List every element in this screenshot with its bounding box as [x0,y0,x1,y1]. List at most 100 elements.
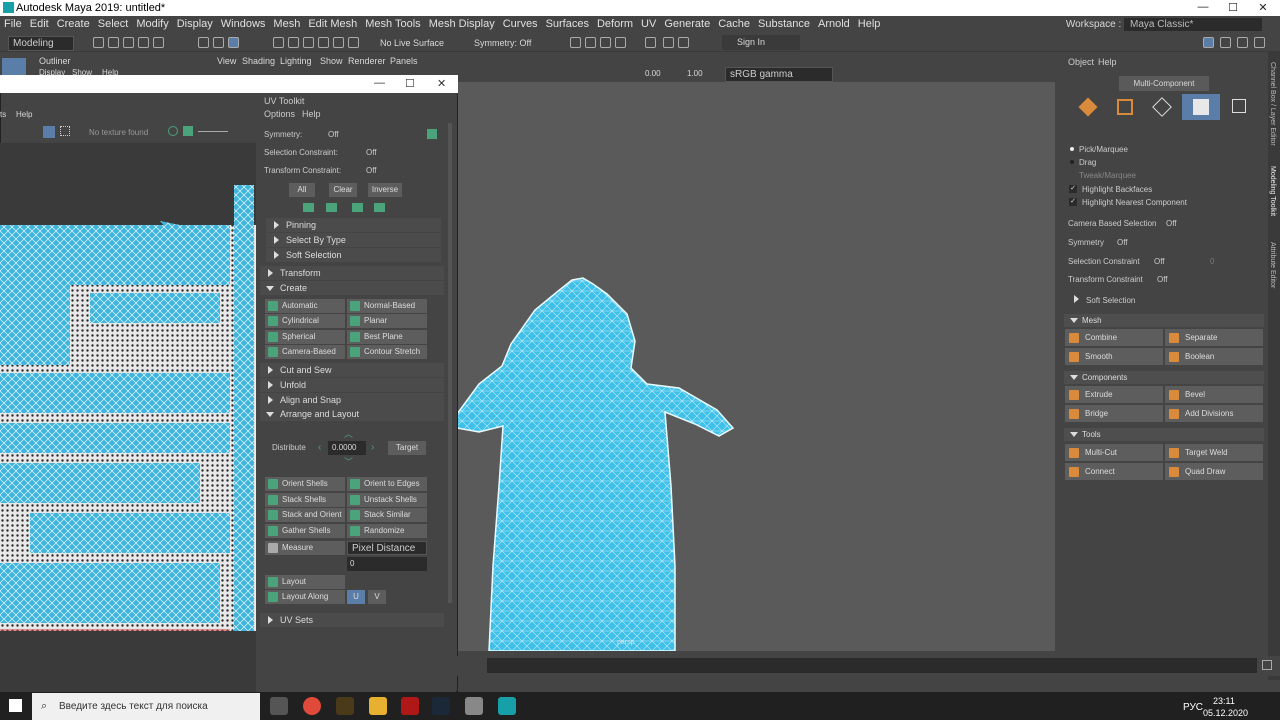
orient-to-edges-button[interactable]: Orient to Edges [347,477,427,491]
mt-soft-selection-label[interactable]: Soft Selection [1086,296,1135,305]
menu-mesh-display[interactable]: Mesh Display [425,16,499,33]
layout-button[interactable]: Layout [265,575,345,589]
tool-settings-icon[interactable] [1237,37,1248,48]
ipr-render-icon[interactable] [600,37,611,48]
channel-box-icon[interactable] [1254,37,1265,48]
select-border-icon[interactable] [326,203,337,212]
menu-mesh[interactable]: Mesh [269,16,304,33]
stack-similar-button[interactable]: Stack Similar [347,508,427,522]
toolkit-menu-options[interactable]: Options [264,109,295,119]
connect-button[interactable]: Connect [1065,463,1163,480]
language-indicator[interactable]: РУС [1183,702,1203,713]
automatic-button[interactable]: Automatic [265,299,345,313]
image-display-icon[interactable] [43,126,55,138]
menu-curves[interactable]: Curves [499,16,542,33]
stack-and-orient-button[interactable]: Stack and Orient [265,508,345,522]
task-view-icon[interactable] [270,697,288,715]
mt-selection-constraint-number[interactable]: 0 [1210,257,1214,266]
contour-stretch-button[interactable]: Contour Stretch [347,345,427,359]
transform-section[interactable]: Transform [260,266,444,280]
render-current-icon[interactable] [585,37,596,48]
camera-based-button[interactable]: Camera-Based [265,345,345,359]
toolkit-scrollbar[interactable] [448,123,452,603]
app-icon[interactable] [336,697,354,715]
soft-selection-section[interactable]: Soft Selection [266,248,441,262]
gamma-value[interactable]: 1.00 [687,69,703,78]
mt-menu-object[interactable]: Object [1068,57,1094,67]
clear-selection-button[interactable]: Clear [329,183,357,197]
menu-select[interactable]: Select [94,16,133,33]
brightness-slider[interactable] [198,131,228,132]
target-button[interactable]: Target [388,441,426,455]
select-flipped-icon[interactable] [374,203,385,212]
menu-generate[interactable]: Generate [660,16,714,33]
vp-menu-renderer[interactable]: Renderer [348,56,386,66]
multi-cut-button[interactable]: Multi-Cut [1065,444,1163,461]
tk-transform-constraint-value[interactable]: Off [366,166,377,175]
distribute-left-icon[interactable]: ‹ [318,442,321,453]
vp-menu-shading[interactable]: Shading [242,56,275,66]
uv-max-button[interactable]: ☐ [405,77,415,90]
mt-transform-constraint-value[interactable]: Off [1157,275,1168,284]
uv-min-button[interactable]: — [374,77,385,89]
quad-draw-button[interactable]: Quad Draw [1165,463,1263,480]
modeling-toolkit-tab[interactable]: Modeling Toolkit [1269,166,1276,216]
snap-point-icon[interactable] [303,37,314,48]
mt-symmetry-value[interactable]: Off [1117,238,1128,247]
highlight-nearest-checkbox[interactable]: ✓ [1069,198,1077,206]
measure-value-field[interactable]: 0 [347,557,427,571]
menu-edit-mesh[interactable]: Edit Mesh [304,16,361,33]
menu-help[interactable]: Help [854,16,885,33]
color-space-dropdown[interactable]: sRGB gamma [725,67,833,82]
drag-radio[interactable] [1070,160,1074,164]
unstack-shells-button[interactable]: Unstack Shells [347,493,427,507]
close-button[interactable]: ✕ [1248,1,1278,15]
snap-grid-icon[interactable] [273,37,284,48]
minimize-button[interactable]: — [1188,1,1218,15]
attribute-editor-icon[interactable] [1220,37,1231,48]
pick-marquee-radio[interactable] [1070,147,1074,151]
script-editor-icon[interactable] [1262,660,1272,670]
menu-arnold[interactable]: Arnold [814,16,854,33]
menu-deform[interactable]: Deform [593,16,637,33]
uv-mode-icon[interactable] [1232,99,1246,113]
spherical-button[interactable]: Spherical [265,330,345,344]
menu-file[interactable]: File [0,16,26,33]
measure-mode-dropdown[interactable]: Pixel Distance [347,541,427,555]
highlight-backfaces-checkbox[interactable]: ✓ [1069,185,1077,193]
uv-shaded-icon[interactable] [168,126,178,136]
layout-icon[interactable] [1203,37,1214,48]
tk-symmetry-value[interactable]: Off [328,130,339,139]
chrome-icon[interactable] [303,697,321,715]
snap-live-icon[interactable] [348,37,359,48]
mt-selection-constraint-value[interactable]: Off [1154,257,1165,266]
media-app-icon[interactable] [401,697,419,715]
channel-box-tab[interactable]: Channel Box / Layer Editor [1269,62,1276,146]
mesh-section-header[interactable]: Mesh [1064,314,1264,327]
normal-based-button[interactable]: Normal-Based [347,299,427,313]
target-weld-button[interactable]: Target Weld [1165,444,1263,461]
pinning-section[interactable]: Pinning [266,218,441,232]
select-by-type-section[interactable]: Select By Type [266,233,441,247]
extrude-button[interactable]: Extrude [1065,386,1163,403]
menu-surfaces[interactable]: Surfaces [542,16,593,33]
vertex-mode-icon[interactable] [1117,99,1133,115]
select-all-button[interactable]: All [289,183,315,197]
mt-symmetry-label[interactable]: Symmetry [1068,238,1104,247]
select-shell-icon[interactable] [303,203,314,212]
clock-date[interactable]: 05.12.2020 [1203,708,1248,718]
uv-canvas[interactable] [0,143,256,692]
uv-sets-section[interactable]: UV Sets [260,613,444,627]
select-hierarchy-icon[interactable] [198,37,209,48]
distribute-down-icon[interactable]: ﹀ [344,455,353,468]
distribute-value-input[interactable]: 0.0000 [328,441,366,455]
snap-surface-icon[interactable] [333,37,344,48]
planar-button[interactable]: Planar [347,314,427,328]
menu-edit[interactable]: Edit [26,16,53,33]
components-section-header[interactable]: Components [1064,371,1264,384]
command-line-input[interactable] [487,658,1257,673]
maximize-button[interactable]: ☐ [1218,1,1248,15]
select-object-icon[interactable] [213,37,224,48]
perspective-viewport[interactable]: persp [456,66,1055,652]
symmetry-label[interactable]: Symmetry: Off [474,38,531,48]
